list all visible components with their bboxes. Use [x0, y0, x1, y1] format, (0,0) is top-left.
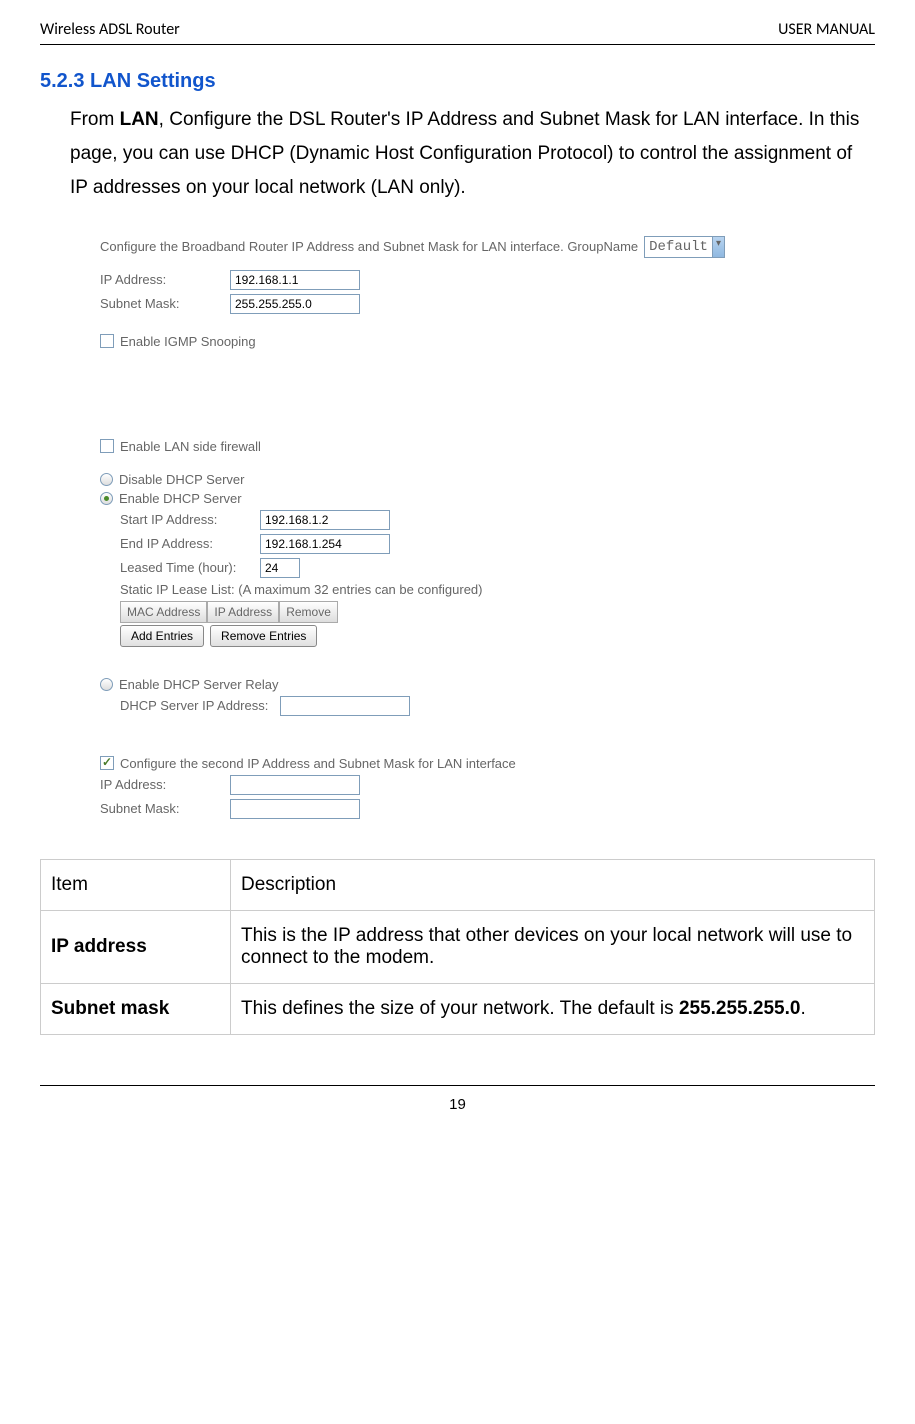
row2-desc-post: . [800, 998, 805, 1019]
ip-address-input[interactable] [230, 270, 360, 290]
router-ui-screenshot: Configure the Broadband Router IP Addres… [100, 236, 875, 819]
row-desc: This defines the size of your network. T… [231, 983, 875, 1034]
leased-time-row: Leased Time (hour): [120, 558, 875, 578]
page-number: 19 [449, 1096, 466, 1113]
ip2-input[interactable] [230, 775, 360, 795]
remove-entries-button[interactable]: Remove Entries [210, 625, 317, 647]
relay-ip-label: DHCP Server IP Address: [120, 698, 280, 713]
mask2-row: Subnet Mask: [100, 799, 875, 819]
enable-dhcp-row: Enable DHCP Server [100, 491, 875, 506]
subnet-mask-input[interactable] [230, 294, 360, 314]
start-ip-label: Start IP Address: [120, 512, 260, 527]
subnet-mask-label: Subnet Mask: [100, 296, 230, 311]
static-lease-text: Static IP Lease List: (A maximum 32 entr… [120, 582, 875, 597]
end-ip-label: End IP Address: [120, 536, 260, 551]
ip-address-row: IP Address: [100, 270, 875, 290]
ip2-label: IP Address: [100, 777, 230, 792]
leased-time-label: Leased Time (hour): [120, 560, 260, 575]
section-number: 5.2.3 [40, 70, 84, 92]
enable-dhcp-radio[interactable] [100, 492, 113, 505]
relay-row: Enable DHCP Server Relay [100, 677, 875, 692]
table-row: IP address This is the IP address that o… [41, 910, 875, 983]
header-left: Wireless ADSL Router [40, 20, 180, 39]
body-bold: LAN [120, 109, 159, 130]
second-ip-row: Configure the second IP Address and Subn… [100, 756, 875, 771]
ip-address-label: IP Address: [100, 272, 230, 287]
igmp-row: Enable IGMP Snooping [100, 334, 875, 349]
header-right: USER MANUAL [778, 20, 875, 39]
mask2-label: Subnet Mask: [100, 801, 230, 816]
relay-ip-row: DHCP Server IP Address: [100, 696, 875, 716]
table-row: Subnet mask This defines the size of you… [41, 983, 875, 1034]
relay-radio[interactable] [100, 678, 113, 691]
start-ip-row: Start IP Address: [120, 510, 875, 530]
groupname-select[interactable]: Default ▾ [644, 236, 725, 258]
add-entries-button[interactable]: Add Entries [120, 625, 204, 647]
enable-dhcp-label: Enable DHCP Server [119, 491, 242, 506]
lease-table-header: MAC Address IP Address Remove [120, 601, 875, 623]
body-pre: From [70, 109, 120, 130]
description-table: Item Description IP address This is the … [40, 859, 875, 1035]
firewall-row: Enable LAN side firewall [100, 439, 875, 454]
igmp-checkbox[interactable] [100, 334, 114, 348]
ip2-row: IP Address: [100, 775, 875, 795]
igmp-label: Enable IGMP Snooping [120, 334, 256, 349]
second-ip-label: Configure the second IP Address and Subn… [120, 756, 516, 771]
th-remove: Remove [279, 601, 338, 623]
second-ip-checkbox[interactable] [100, 756, 114, 770]
table-row: Item Description [41, 859, 875, 910]
row2-item-text: Subnet mask [51, 998, 169, 1019]
end-ip-input[interactable] [260, 534, 390, 554]
disable-dhcp-row: Disable DHCP Server [100, 472, 875, 487]
mask2-input[interactable] [230, 799, 360, 819]
section-body: From LAN, Configure the DSL Router's IP … [40, 103, 875, 206]
th-item: Item [41, 859, 231, 910]
leased-time-input[interactable] [260, 558, 300, 578]
config-intro-text: Configure the Broadband Router IP Addres… [100, 239, 638, 254]
row-item: IP address [41, 910, 231, 983]
subnet-mask-row: Subnet Mask: [100, 294, 875, 314]
section-title-text: LAN Settings [90, 70, 216, 92]
relay-label: Enable DHCP Server Relay [119, 677, 278, 692]
th-desc: Description [231, 859, 875, 910]
disable-dhcp-label: Disable DHCP Server [119, 472, 244, 487]
firewall-label: Enable LAN side firewall [120, 439, 261, 454]
row-desc: This is the IP address that other device… [231, 910, 875, 983]
row2-desc-pre: This defines the size of your network. T… [241, 998, 679, 1019]
disable-dhcp-radio[interactable] [100, 473, 113, 486]
page-footer: 19 [40, 1085, 875, 1113]
end-ip-row: End IP Address: [120, 534, 875, 554]
firewall-checkbox[interactable] [100, 439, 114, 453]
section-heading: 5.2.3 LAN Settings [40, 70, 875, 93]
groupname-value: Default [645, 237, 712, 257]
th-mac: MAC Address [120, 601, 207, 623]
row2-desc-bold: 255.255.255.0 [679, 998, 801, 1019]
row1-item-text: IP address [51, 936, 147, 957]
page-header: Wireless ADSL Router USER MANUAL [40, 20, 875, 45]
relay-ip-input[interactable] [280, 696, 410, 716]
body-post: , Configure the DSL Router's IP Address … [70, 109, 859, 198]
chevron-down-icon: ▾ [712, 237, 724, 257]
config-intro-row: Configure the Broadband Router IP Addres… [100, 236, 875, 258]
row-item: Subnet mask [41, 983, 231, 1034]
start-ip-input[interactable] [260, 510, 390, 530]
th-ip: IP Address [207, 601, 279, 623]
lease-buttons-row: Add Entries Remove Entries [120, 625, 875, 647]
